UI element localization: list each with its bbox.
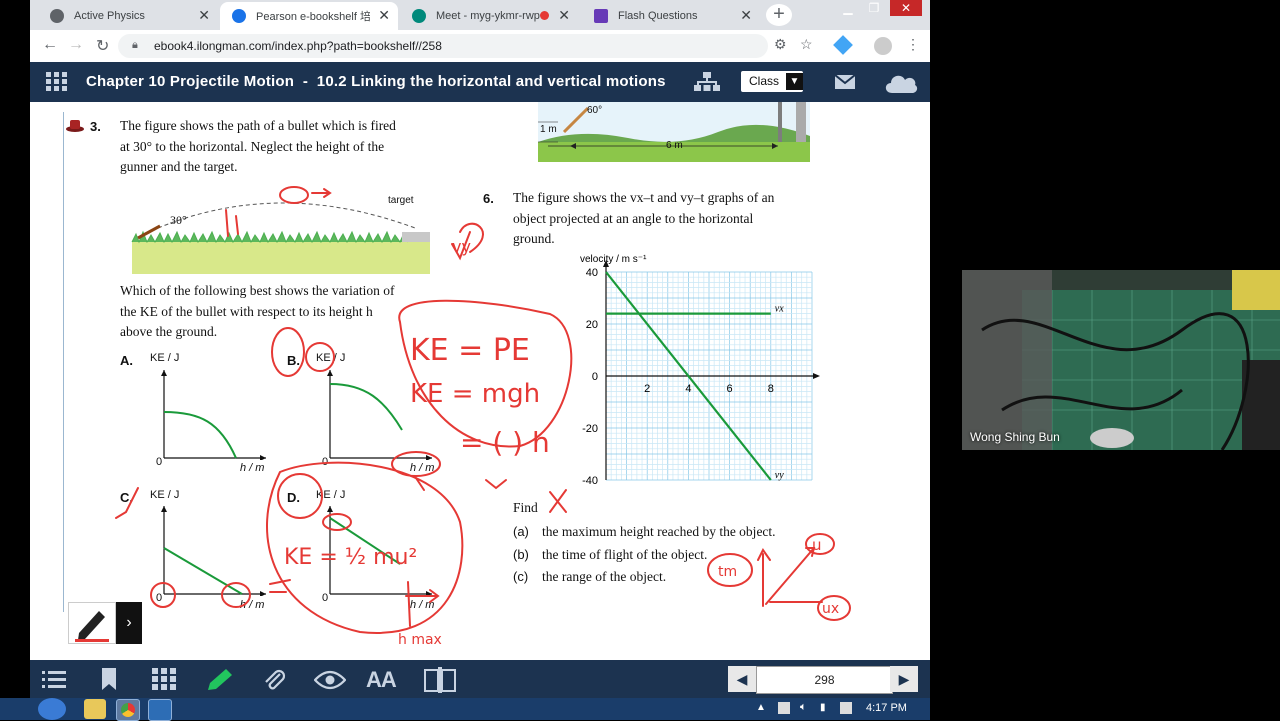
ink-annotation-layer: KE = PE KE = mgh = ( ) h KE = ½ mu² vy h… [115, 186, 851, 648]
ink-tm: tm [718, 564, 737, 580]
file-explorer-icon[interactable] [84, 699, 106, 719]
pen-icon-box[interactable] [68, 602, 116, 644]
pencil-icon [75, 611, 109, 642]
windows-taskbar: ▲ 🔈︎ ▮ 4:17 PM [0, 698, 930, 721]
cloud-icon[interactable] [884, 71, 918, 93]
ink-bracket-h: = ( ) h [460, 426, 550, 459]
tab-title: Pearson e-bookshelf 培生電子書 [256, 11, 370, 23]
ink-ux: ux [822, 601, 839, 617]
tab-flash-questions[interactable]: Flash Questions ✕ [582, 2, 760, 30]
pen-tool-widget[interactable]: › [68, 602, 142, 644]
chevron-right-icon[interactable]: › [116, 602, 142, 644]
close-icon[interactable]: ✕ [740, 7, 752, 24]
dual-page-icon[interactable] [424, 667, 456, 693]
window-close-button[interactable]: ✕ [890, 0, 922, 16]
new-tab-button[interactable]: + [766, 4, 792, 26]
mail-icon[interactable] [835, 75, 855, 89]
bookmark-icon[interactable] [102, 668, 116, 690]
address-bar: ← → ↻ 🔒︎ ebook4.ilongman.com/index.php?p… [30, 30, 930, 62]
network-icon[interactable]: ▮ [820, 702, 826, 713]
webcam-tile: Wong Shing Bun [962, 270, 1280, 450]
class-label: Class [749, 74, 780, 88]
page-number-input[interactable]: 298 [756, 666, 893, 694]
taskbar-clock: 4:17 PM [866, 702, 907, 714]
tab-strip: Active Physics ✕ Pearson e-bookshelf 培生電… [30, 0, 930, 30]
close-icon[interactable]: ✕ [378, 7, 390, 24]
ink-u: u [812, 536, 822, 554]
chapter-title: Chapter 10 Projectile Motion - 10.2 Link… [86, 73, 666, 90]
tab-title: Meet - myg-ykmr-rwp [436, 10, 540, 22]
tab-title: Flash Questions [618, 10, 698, 22]
font-size-icon[interactable]: AA [366, 667, 397, 693]
ink-ke-mgh: KE = mgh [410, 379, 540, 409]
ebook-toolbar: AA ◀ 298 ▶ [30, 660, 930, 700]
attachment-icon[interactable] [262, 668, 286, 692]
grid-menu-icon[interactable] [46, 72, 68, 92]
tab-meet[interactable]: Meet - myg-ykmr-rwp ✕ [400, 2, 578, 30]
ink-ke-pe: KE = PE [410, 333, 530, 368]
thumbnails-icon[interactable] [152, 668, 176, 690]
next-page-button[interactable]: ▶ [890, 666, 918, 692]
ebook-page: 3. The figure shows the path of a bullet… [30, 102, 930, 660]
participant-name: Wong Shing Bun [970, 430, 1060, 444]
browser-window: Active Physics ✕ Pearson e-bookshelf 培生電… [30, 0, 930, 700]
volume-icon[interactable]: 🔈︎ [800, 701, 807, 714]
forward-icon[interactable]: → [68, 36, 84, 54]
windows-start-icon[interactable] [38, 698, 66, 720]
omnibox[interactable]: 🔒︎ ebook4.ilongman.com/index.php?path=bo… [118, 34, 768, 58]
lock-icon: 🔒︎ [132, 39, 138, 51]
app-icon[interactable] [148, 699, 172, 721]
close-icon[interactable]: ✕ [198, 7, 210, 24]
tab-title: Active Physics [74, 10, 145, 22]
tab-active-physics[interactable]: Active Physics ✕ [38, 2, 218, 30]
webcam-video [962, 270, 1280, 450]
extension-diamond-icon[interactable] [833, 35, 853, 55]
recording-icon [540, 11, 549, 20]
eye-icon[interactable] [314, 670, 346, 690]
minimize-button[interactable]: ▁ [836, 0, 860, 16]
menu-dots-icon[interactable]: ⋮ [906, 36, 920, 53]
reload-icon[interactable]: ↻ [96, 36, 109, 56]
class-dropdown[interactable]: Class ▼ [741, 71, 803, 92]
globe-icon [50, 9, 64, 23]
ink-ke-half-mu: KE = ½ mu² [284, 545, 417, 570]
extension-icon[interactable]: ⚙ [774, 36, 787, 53]
url-text: ebook4.ilongman.com/index.php?path=books… [154, 39, 442, 53]
pearson-icon [232, 9, 246, 23]
tab-pearson-ebookshelf[interactable]: Pearson e-bookshelf 培生電子書 ✕ [220, 2, 398, 30]
ebook-header: Chapter 10 Projectile Motion - 10.2 Link… [30, 62, 930, 102]
toc-list-icon[interactable] [42, 670, 66, 690]
back-icon[interactable]: ← [42, 36, 58, 54]
tray-app-icon[interactable] [778, 702, 790, 714]
meet-icon [412, 9, 426, 23]
restore-button[interactable]: ❐ [862, 0, 886, 16]
tray-up-icon[interactable]: ▲ [756, 702, 766, 713]
chevron-down-icon: ▼ [786, 73, 803, 90]
notification-icon[interactable] [840, 702, 852, 714]
forms-icon [594, 9, 608, 23]
close-icon[interactable]: ✕ [558, 7, 570, 24]
ink-hmax: h max [398, 632, 442, 648]
ink-vy: vy [452, 237, 471, 256]
hierarchy-icon[interactable] [694, 72, 720, 92]
prev-page-button[interactable]: ◀ [728, 666, 756, 692]
chrome-icon[interactable] [116, 699, 140, 721]
bookmark-star-icon[interactable]: ☆ [800, 36, 813, 53]
profile-avatar[interactable] [874, 37, 892, 55]
pen-tool-icon[interactable] [206, 668, 234, 692]
